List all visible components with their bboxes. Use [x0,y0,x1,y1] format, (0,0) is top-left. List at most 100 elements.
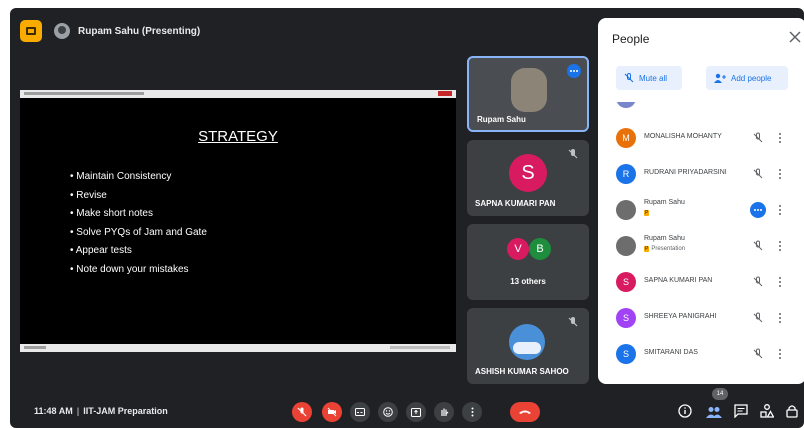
mic-off-icon [753,312,763,323]
presenter-label: Rupam Sahu (Presenting) [78,25,201,37]
mic-off-icon [753,240,763,251]
participant-subtitle: Presentation [651,246,686,252]
participant-row[interactable]: Rupam Sahu P [598,196,804,224]
slide-title: STRATEGY [198,128,278,145]
mic-off-icon [297,407,307,417]
shared-window-titlebar [20,90,456,98]
participant-row[interactable]: S SMITARANI DAS [598,340,804,368]
mic-off-icon [753,348,763,359]
tile-name: SAPNA KUMARI PAN [475,199,556,208]
more-options-button[interactable] [462,402,482,422]
avatar: S [616,308,636,328]
more-vert-icon[interactable] [778,348,782,360]
mic-toggle-button[interactable] [292,402,312,422]
leave-call-button[interactable] [510,402,540,422]
add-people-button[interactable]: Add people [706,66,788,90]
participant-name: SHREEYA PANIGRAHI [644,313,717,320]
more-vert-icon[interactable] [778,132,782,144]
more-vert-icon[interactable] [778,168,782,180]
camera-toggle-button[interactable] [322,402,342,422]
more-vert-icon[interactable] [778,240,782,252]
shared-screen: STRATEGY Maintain Consistency Revise Mak… [20,90,456,352]
tile-name: ASHISH KUMAR SAHOO [475,367,569,376]
avatar [616,200,636,220]
captions-icon [355,408,365,416]
add-people-label: Add people [731,73,772,83]
mic-off-icon [753,168,763,179]
slide-bullet: Appear tests [70,242,207,261]
participant-tile-ashish[interactable]: ASHISH KUMAR SAHOO [467,308,589,384]
participant-name: Rupam Sahu [644,199,685,206]
meeting-details: 11:48 AM | IIT-JAM Preparation [34,406,168,416]
participant-row[interactable]: M MONALISHA MOHANTY [598,124,804,152]
presenter-badge: P [644,246,650,252]
people-count-badge: 14 [712,388,728,400]
people-panel: People Mute all Add people M MONALISHA M… [598,18,804,384]
participant-tile-sapna[interactable]: S SAPNA KUMARI PAN [467,140,589,216]
slide-bullet: Solve PYQs of Jam and Gate [70,224,207,243]
meet-app: Rupam Sahu (Presenting) STRATEGY Maintai… [0,0,804,428]
present-button[interactable] [406,402,426,422]
person-add-icon [714,73,726,83]
hang-up-icon [519,410,531,414]
captions-button[interactable] [350,402,370,422]
slide-bullets: Maintain Consistency Revise Make short n… [70,168,207,279]
participant-row[interactable]: S SHREEYA PANIGRAHI [598,304,804,332]
mic-off-icon [624,73,634,83]
people-icon [706,407,722,418]
mute-all-label: Mute all [639,73,668,83]
slide-bullet: Maintain Consistency [70,168,207,187]
tile-name: Rupam Sahu [477,115,526,124]
mic-off-icon [568,317,578,327]
more-options-icon[interactable] [567,64,581,78]
avatar: V [507,238,529,260]
host-controls-button[interactable] [786,404,798,420]
avatar: B [529,238,551,260]
info-icon [678,404,692,418]
mute-all-button[interactable]: Mute all [616,66,682,90]
people-button[interactable]: 14 [704,388,728,422]
slide-bullet: Make short notes [70,205,207,224]
presenter-badge: P [644,210,650,216]
participant-list: M MONALISHA MOHANTY R RUDRANI PRIYADARSI… [598,102,804,384]
shared-window-statusbar [20,344,456,352]
presenting-icon[interactable] [20,20,42,42]
activities-button[interactable] [760,404,776,420]
present-icon [411,407,421,417]
more-vert-icon[interactable] [778,276,782,288]
more-vert-icon[interactable] [778,204,782,216]
hand-icon [441,408,449,416]
video-feed [511,68,547,112]
participant-name: MONALISHA MOHANTY [644,133,722,140]
more-vert-icon[interactable] [778,312,782,324]
emoji-button[interactable] [378,402,398,422]
activities-icon [760,404,775,418]
presenter-chip: Rupam Sahu (Presenting) [54,20,200,42]
close-icon[interactable] [788,30,802,44]
avatar: S [616,272,636,292]
raise-hand-button[interactable] [434,402,454,422]
more-vert-icon [471,407,473,417]
avatar [616,236,636,256]
avatar [509,324,545,360]
participant-tile-rupam[interactable]: Rupam Sahu [467,56,589,132]
more-options-icon[interactable] [750,202,766,218]
lock-icon [786,405,798,418]
emoji-icon [383,407,393,417]
slide-bullet: Revise [70,187,207,206]
clock: 11:48 AM [34,406,73,416]
participant-row[interactable]: Rupam Sahu P Presentation [598,232,804,260]
camera-off-icon [327,407,337,417]
participant-tile-others[interactable]: V B 13 others [467,224,589,300]
chat-button[interactable] [734,404,750,420]
participant-row[interactable]: R RUDRANI PRIYADARSINI [598,160,804,188]
meeting-details-button[interactable] [678,404,694,420]
avatar: S [509,154,547,192]
participant-name: RUDRANI PRIYADARSINI [644,169,727,176]
avatar: S [616,344,636,364]
avatar: M [616,128,636,148]
participant-name: SAPNA KUMARI PAN [644,277,713,284]
participant-name: SMITARANI DAS [644,349,698,356]
avatar: R [616,164,636,184]
participant-row[interactable]: S SAPNA KUMARI PAN [598,268,804,296]
